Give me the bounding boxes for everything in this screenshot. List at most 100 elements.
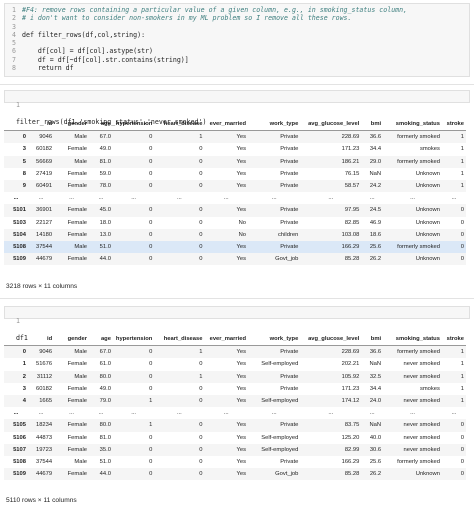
table-cell: smokes xyxy=(419,385,440,392)
table-cell: Private xyxy=(280,134,299,141)
table-cell: 34.4 xyxy=(369,385,382,392)
table-row: 2 31112 Male 80.0 0 1 Yes Private 105.92 32.5 neve… xyxy=(4,370,466,383)
table-cell: Self-employed xyxy=(261,361,299,368)
row-index: ... xyxy=(13,195,19,202)
table-cell: 9046 xyxy=(39,134,53,141)
code-text: df = df[~df[col].str.contains(string)] xyxy=(22,55,189,64)
table-cell: 24.0 xyxy=(369,398,382,405)
code-cell-df1[interactable] xyxy=(4,306,470,319)
column-header: work_type xyxy=(248,333,301,347)
table-cell: 49.0 xyxy=(99,146,111,153)
table-cell: Govt_job xyxy=(275,256,299,263)
table-cell: Male xyxy=(74,458,87,465)
table-cell: NaN xyxy=(369,170,382,177)
table-cell: 0 xyxy=(149,458,153,465)
table-cell: 0 xyxy=(149,434,153,441)
table-cell: 49.0 xyxy=(99,385,111,392)
code-editor[interactable]: 1 #F4: remove rows containing a particula… xyxy=(8,6,407,72)
table-cell: 60182 xyxy=(35,146,53,153)
table-cell: 30.6 xyxy=(369,446,382,453)
column-header: smoking_status xyxy=(383,118,442,132)
table-cell: Male xyxy=(74,158,87,165)
table-cell: 25.6 xyxy=(369,458,382,465)
row-index: 5109 xyxy=(13,256,26,263)
dataframe-shape-text: 3218 rows × 11 columns xyxy=(6,283,78,290)
table-cell: Private xyxy=(280,385,299,392)
row-index: 5103 xyxy=(13,219,26,226)
table-cell: Yes xyxy=(236,170,247,177)
table-row: 0 9046 Male 67.0 0 1 Yes Private 228.69 36.6 forme… xyxy=(4,345,466,359)
table-cell: Private xyxy=(280,170,299,177)
table-cell: 44.0 xyxy=(99,256,111,263)
table-cell: Female xyxy=(67,219,87,226)
table-cell: 171.23 xyxy=(341,146,360,153)
table-cell: 1 xyxy=(460,134,464,141)
column-header: gender xyxy=(54,118,89,132)
table-cell: 0 xyxy=(149,183,153,190)
code-line: 3 xyxy=(8,23,407,31)
table-cell: 51676 xyxy=(35,361,53,368)
table-cell: 0 xyxy=(460,422,464,429)
table-cell: 46.9 xyxy=(369,219,382,226)
dataframe-shape-text: 5110 rows × 11 columns xyxy=(6,497,77,504)
table-cell: 81.0 xyxy=(99,158,111,165)
table-cell: 0 xyxy=(149,446,153,453)
table-cell: 60182 xyxy=(35,385,53,392)
table-cell: 1 xyxy=(460,158,464,165)
table-cell: Private xyxy=(280,243,299,250)
table-cell: ... xyxy=(131,195,137,202)
table-cell: 79.0 xyxy=(99,398,111,405)
table-cell: ... xyxy=(176,410,182,417)
column-header: heart_disease xyxy=(154,118,205,132)
line-number: 1 xyxy=(12,6,16,14)
table-cell: 40.0 xyxy=(369,434,382,441)
table-cell: 0 xyxy=(149,146,153,153)
table-cell: 202.21 xyxy=(341,361,360,368)
table-cell: Yes xyxy=(236,434,247,441)
table-cell: 105.92 xyxy=(341,373,360,380)
table-cell: 0 xyxy=(199,183,203,190)
line-number: 3 xyxy=(12,22,16,31)
table-cell: 125.20 xyxy=(341,434,360,441)
table-cell: never smoked xyxy=(403,446,440,453)
table-cell: 61.0 xyxy=(99,361,111,368)
table-cell: 58.57 xyxy=(344,183,360,190)
table-cell: Unknown xyxy=(415,231,440,238)
table-cell: 0 xyxy=(199,398,203,405)
row-index: 5105 xyxy=(13,422,26,429)
code-text: def filter_rows(df,col,string): xyxy=(22,30,146,39)
table-row: 5109 44679 Female 44.0 0 0 Yes Govt_job 85.28 26.… xyxy=(4,253,466,266)
table-cell: Yes xyxy=(236,349,247,356)
table-cell: Private xyxy=(280,349,299,356)
table-cell: 0 xyxy=(149,219,153,226)
table-cell: Yes xyxy=(236,146,247,153)
table-cell: 1 xyxy=(149,398,153,405)
table-cell: Yes xyxy=(236,207,247,214)
table-cell: 0 xyxy=(199,243,203,250)
line-number: 4 xyxy=(12,30,16,39)
line-number: 5 xyxy=(12,39,16,48)
table-cell: Female xyxy=(67,183,87,190)
table-cell: Yes xyxy=(236,183,247,190)
row-index: 5107 xyxy=(13,446,26,453)
table-cell: ... xyxy=(369,410,375,417)
table-cell: 22127 xyxy=(35,219,53,226)
table-row: 5104 14180 Female 13.0 0 0 No children 103.08 18.… xyxy=(4,228,466,241)
table-cell: 36.6 xyxy=(369,134,382,141)
cell-divider xyxy=(0,84,474,85)
table-row: 3 60182 Female 49.0 0 0 Yes Private 171.23 34.4 sm… xyxy=(4,383,466,395)
row-index: 0 xyxy=(22,349,26,356)
table-cell: 27419 xyxy=(35,170,53,177)
row-index: 5104 xyxy=(13,231,26,238)
table-cell: Private xyxy=(280,422,299,429)
table-cell: Female xyxy=(67,207,87,214)
table-cell: 1 xyxy=(460,349,464,356)
table-row: 0 9046 Male 67.0 0 1 Yes Private 228.69 36.6 forme… xyxy=(4,130,466,144)
table-cell: Unknown xyxy=(415,471,440,478)
table-cell: Self-employed xyxy=(261,398,299,405)
line-number: 8 xyxy=(12,64,16,73)
table-cell: formerly smoked xyxy=(397,134,440,141)
row-index: 5109 xyxy=(13,471,26,478)
table-cell: ... xyxy=(69,410,74,417)
table-cell: Unknown xyxy=(415,170,440,177)
